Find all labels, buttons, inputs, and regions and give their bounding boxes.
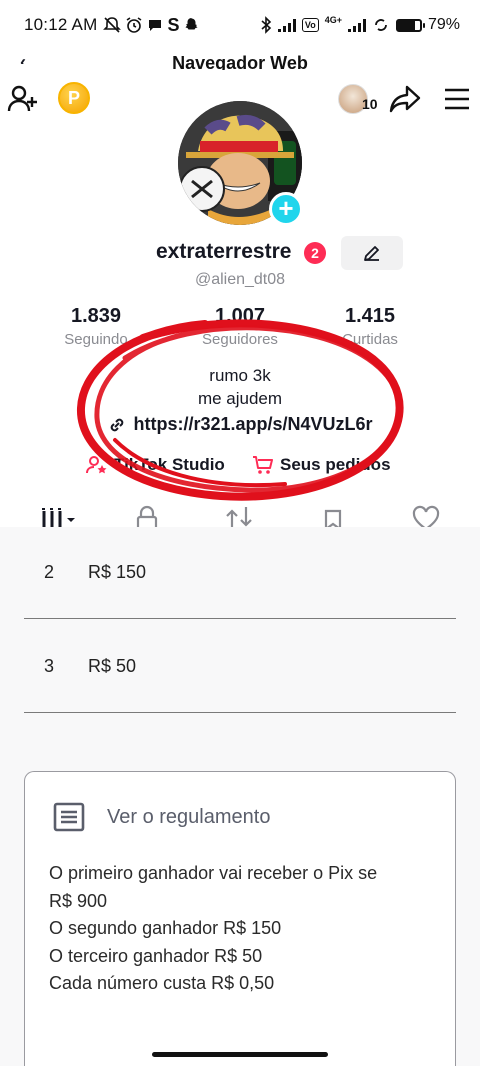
pencil-icon xyxy=(364,246,379,261)
stat-number: 1.007 xyxy=(214,305,266,327)
bio-line: rumo 3k xyxy=(209,366,271,385)
menu-icon[interactable] xyxy=(440,84,474,114)
orders-button[interactable]: Seus pedidos xyxy=(252,455,391,475)
prize-value: R$ 150 xyxy=(88,562,147,582)
webview-content: 2 R$ 150 3 R$ 50 Ver o regulamento O pri… xyxy=(0,527,480,1066)
tiktok-studio-button[interactable]: TikTok Studio xyxy=(86,455,225,475)
profile-bio: rumo 3k me ajudem xyxy=(0,364,480,410)
profile-handle: @alien_dt08 xyxy=(194,271,286,288)
bio-line: me ajudem xyxy=(197,389,283,408)
prize-value: R$ 50 xyxy=(88,656,137,676)
link-icon xyxy=(111,418,124,431)
bookmark-icon[interactable] xyxy=(318,505,348,527)
bluetooth-icon xyxy=(261,16,272,34)
stat-followers[interactable]: 1.007 Seguidores xyxy=(180,305,300,348)
stat-likes[interactable]: 1.415 Curtidas xyxy=(310,305,430,348)
status-bar: 10:12 AM S Vo 4G+ 79% xyxy=(0,0,480,50)
rules-line: Cada número custa R$ 0,50 xyxy=(49,973,275,993)
shortcut-label: TikTok Studio xyxy=(114,455,225,474)
stat-label: Seguindo xyxy=(64,331,128,348)
username-badge[interactable]: 2 xyxy=(304,242,326,264)
grid-icon[interactable] xyxy=(38,505,82,527)
bio-link-text: https://r321.app/s/N4VUzL6r xyxy=(133,414,373,434)
stat-following[interactable]: 1.839 Seguindo xyxy=(36,305,156,348)
mute-icon xyxy=(103,17,122,33)
network-type: 4G+ xyxy=(324,15,342,25)
status-time: 10:12 AM xyxy=(24,15,98,34)
battery-percent: 79% xyxy=(427,16,460,33)
s-app-icon: S xyxy=(167,14,180,35)
share-icon[interactable] xyxy=(388,82,422,116)
notifications-count: 10 xyxy=(362,96,378,112)
shortcut-label: Seus pedidos xyxy=(280,455,391,474)
rules-line: O primeiro ganhador vai receber o Pix se xyxy=(49,863,378,883)
rules-line: R$ 900 xyxy=(49,890,108,911)
document-icon xyxy=(53,802,85,832)
add-avatar-button[interactable]: + xyxy=(269,192,303,226)
stat-number: 1.839 xyxy=(70,305,122,327)
profile-stats: 1.839 Seguindo 1.007 Seguidores 1.415 Cu… xyxy=(60,305,420,353)
edit-profile-button[interactable] xyxy=(341,236,403,270)
profile-shortcuts: TikTok Studio Seus pedidos xyxy=(0,455,480,481)
add-friend-icon[interactable] xyxy=(6,82,40,116)
prize-row: 3 R$ 50 xyxy=(24,621,456,713)
volte-icon: Vo xyxy=(301,18,319,32)
rules-text: O primeiro ganhador vai receber o Pix se… xyxy=(49,860,377,998)
signal-icon xyxy=(277,18,296,32)
repost-icon[interactable] xyxy=(224,505,254,527)
prize-position: 2 xyxy=(44,562,55,582)
rules-line: O terceiro ganhador R$ 50 xyxy=(49,945,263,966)
chat-bubble-icon xyxy=(149,20,162,31)
person-star-icon xyxy=(86,456,107,474)
coin-icon[interactable]: P xyxy=(58,82,90,114)
heart-icon[interactable] xyxy=(411,505,441,527)
profile-tabs xyxy=(0,505,480,527)
snapchat-icon xyxy=(185,17,198,29)
rules-card: Ver o regulamento O primeiro ganhador va… xyxy=(24,771,456,1066)
name-row: extraterrestre 2 xyxy=(0,236,480,270)
battery-icon xyxy=(395,18,425,32)
prize-position: 3 xyxy=(44,656,55,676)
sync-icon xyxy=(375,19,387,31)
browser-title: Navegador Web xyxy=(172,53,308,70)
stat-number: 1.415 xyxy=(344,305,396,327)
stat-label: Curtidas xyxy=(342,331,398,348)
coin-letter: P xyxy=(67,87,80,108)
bio-link[interactable]: https://r321.app/s/N4VUzL6r xyxy=(0,414,480,435)
alarm-icon xyxy=(126,17,142,33)
rules-title: Ver o regulamento xyxy=(107,805,271,828)
stat-label: Seguidores xyxy=(202,331,278,348)
lock-icon[interactable] xyxy=(132,505,162,527)
rules-header[interactable]: Ver o regulamento xyxy=(53,802,270,832)
prize-row: 2 R$ 150 xyxy=(24,527,456,619)
home-indicator[interactable] xyxy=(152,1052,328,1057)
cart-icon xyxy=(253,456,273,474)
username: extraterrestre xyxy=(156,240,292,263)
rules-line: O segundo ganhador R$ 150 xyxy=(49,918,282,938)
signal-icon-2 xyxy=(347,18,366,32)
